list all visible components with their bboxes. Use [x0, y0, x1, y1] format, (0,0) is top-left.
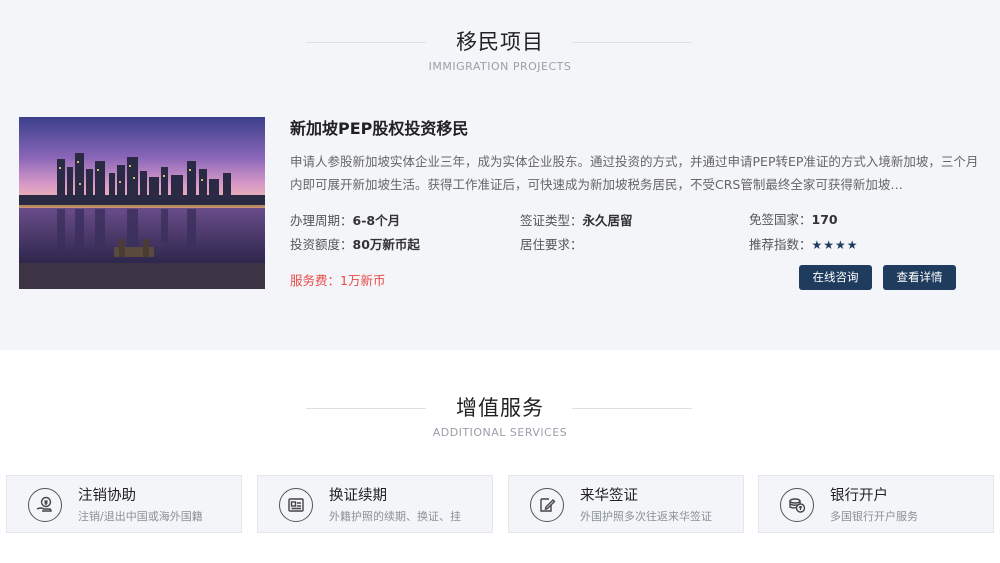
- processing-period: 办理周期：6-8个月: [290, 212, 400, 230]
- visa-free-value: 170: [811, 212, 838, 227]
- coins-icon: [780, 488, 814, 522]
- residence-label: 居住要求：: [520, 237, 583, 252]
- investment-amount: 投资额度：80万新币起: [290, 236, 420, 254]
- investment-label: 投资额度：: [290, 237, 353, 252]
- service-desc: 注销/退出中国或海外国籍: [78, 510, 203, 523]
- project-image[interactable]: [19, 117, 265, 289]
- service-title: 银行开户: [830, 488, 888, 504]
- service-desc: 外国护照多次往返来华签证: [580, 510, 712, 523]
- view-details-button[interactable]: 查看详情: [883, 265, 956, 290]
- service-desc: 外籍护照的续期、换证、挂: [329, 510, 461, 523]
- id-card-icon: [279, 488, 313, 522]
- edit-document-icon: [530, 488, 564, 522]
- project-description: 申请人参股新加坡实体企业三年，成为实体企业股东。通过投资的方式，并通过申请PEP…: [290, 154, 979, 192]
- recommendation-index: 推荐指数：★★★★: [749, 236, 859, 254]
- residence-requirement: 居住要求：: [520, 236, 583, 254]
- rating-label: 推荐指数：: [749, 237, 812, 252]
- singapore-skyline-image: [19, 117, 265, 289]
- service-desc: 多国银行开户服务: [830, 510, 918, 523]
- services-title: 增值服务: [456, 396, 544, 420]
- projects-subtitle: IMMIGRATION PROJECTS: [428, 60, 572, 73]
- visa-type: 签证类型：永久居留: [520, 212, 633, 230]
- service-title: 注销协助: [78, 488, 136, 504]
- service-title: 换证续期: [329, 488, 387, 504]
- heading-divider-left: [306, 42, 426, 43]
- projects-title: 移民项目: [456, 30, 544, 54]
- visa-free-label: 免签国家：: [749, 212, 812, 227]
- service-fee: 服务费：1万新币: [290, 273, 386, 288]
- processing-label: 办理周期：: [290, 213, 353, 228]
- visa-label: 签证类型：: [520, 213, 583, 228]
- service-card-china-visa[interactable]: 来华签证 外国护照多次往返来华签证: [508, 475, 744, 533]
- heading-divider-right: [572, 408, 692, 409]
- investment-value: 80万新币起: [352, 237, 420, 252]
- service-card-cancellation[interactable]: 注销协助 注销/退出中国或海外国籍: [6, 475, 242, 533]
- hand-money-icon: [28, 488, 62, 522]
- visa-value: 永久居留: [582, 213, 633, 228]
- projects-heading: 移民项目 IMMIGRATION PROJECTS: [0, 28, 1000, 74]
- service-card-bank-account[interactable]: 银行开户 多国银行开户服务: [758, 475, 994, 533]
- online-consult-button[interactable]: 在线咨询: [799, 265, 872, 290]
- processing-value: 6-8个月: [352, 213, 401, 228]
- heading-divider-right: [572, 42, 692, 43]
- services-subtitle: ADDITIONAL SERVICES: [432, 426, 568, 439]
- rating-stars: ★★★★: [811, 238, 859, 252]
- service-card-renewal[interactable]: 换证续期 外籍护照的续期、换证、挂: [257, 475, 493, 533]
- project-title[interactable]: 新加坡PEP股权投资移民: [290, 118, 468, 140]
- service-title: 来华签证: [580, 488, 638, 504]
- projects-section: 移民项目 IMMIGRATION PROJECTS 新加坡PEP股权投资移民 申…: [0, 0, 1000, 350]
- visa-free-countries: 免签国家：170: [749, 211, 838, 229]
- services-heading: 增值服务 ADDITIONAL SERVICES: [0, 394, 1000, 440]
- heading-divider-left: [306, 408, 426, 409]
